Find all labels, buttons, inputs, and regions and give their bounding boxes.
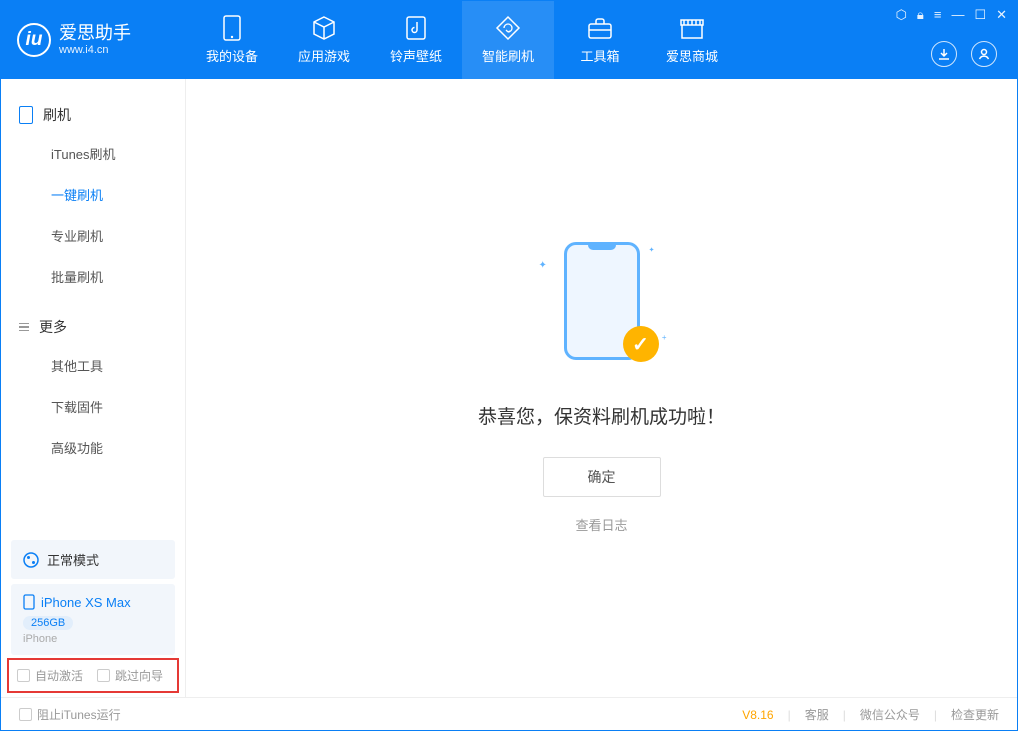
tab-toolbox[interactable]: 工具箱 bbox=[554, 1, 646, 79]
device-info-card[interactable]: iPhone XS Max 256GB iPhone bbox=[11, 584, 175, 655]
lock-icon[interactable]: 🔒︎ bbox=[917, 7, 924, 23]
success-message: 恭喜您，保资料刷机成功啦！ bbox=[478, 402, 725, 429]
download-icon[interactable] bbox=[931, 41, 957, 67]
footer-link-support[interactable]: 客服 bbox=[805, 706, 829, 723]
checkbox-label: 自动激活 bbox=[35, 667, 83, 684]
sidebar: 刷机 iTunes刷机 一键刷机 专业刷机 批量刷机 更多 其他工具 下载固件 … bbox=[1, 79, 186, 697]
header-right-icons bbox=[931, 41, 997, 67]
checkbox-box bbox=[97, 669, 110, 682]
shirt-icon[interactable]: ⬡ bbox=[896, 7, 907, 23]
checkbox-box bbox=[17, 669, 30, 682]
shop-icon bbox=[679, 15, 705, 41]
tab-label: 工具箱 bbox=[580, 46, 619, 65]
status-icon bbox=[23, 552, 39, 568]
tab-label: 我的设备 bbox=[206, 46, 258, 65]
sidebar-item-other-tools[interactable]: 其他工具 bbox=[1, 345, 185, 386]
sparkle-icon: ✦ bbox=[649, 246, 655, 254]
tab-my-device[interactable]: 我的设备 bbox=[186, 1, 278, 79]
checkbox-label: 跳过向导 bbox=[115, 667, 163, 684]
footer-left: 阻止iTunes运行 bbox=[19, 706, 121, 723]
success-illustration: ✦ ✦ + ✓ bbox=[537, 242, 667, 372]
tab-label: 智能刷机 bbox=[482, 46, 534, 65]
sidebar-item-batch-flash[interactable]: 批量刷机 bbox=[1, 256, 185, 297]
phone-notch bbox=[588, 243, 616, 250]
phone-icon bbox=[19, 106, 33, 124]
divider: | bbox=[788, 708, 791, 722]
checkbox-row-highlighted: 自动激活 跳过向导 bbox=[7, 658, 179, 693]
user-icon[interactable] bbox=[971, 41, 997, 67]
sparkle-icon: + bbox=[662, 333, 667, 342]
nav-tabs: 我的设备 应用游戏 铃声壁纸 智能刷机 工具箱 爱思商城 bbox=[186, 1, 738, 79]
status-label: 正常模式 bbox=[47, 550, 99, 569]
refresh-icon bbox=[495, 15, 521, 41]
tab-label: 铃声壁纸 bbox=[390, 46, 442, 65]
sidebar-item-oneclick-flash[interactable]: 一键刷机 bbox=[1, 174, 185, 215]
toolbox-icon bbox=[587, 15, 613, 41]
sidebar-section-flash: 刷机 bbox=[1, 97, 185, 133]
sparkle-icon: ✦ bbox=[539, 260, 547, 271]
sidebar-item-itunes-flash[interactable]: iTunes刷机 bbox=[1, 133, 185, 174]
logo-icon: iu bbox=[17, 23, 51, 57]
footer-link-update[interactable]: 检查更新 bbox=[951, 706, 999, 723]
tab-store[interactable]: 爱思商城 bbox=[646, 1, 738, 79]
view-log-link[interactable]: 查看日志 bbox=[575, 515, 627, 534]
checkbox-auto-activate[interactable]: 自动激活 bbox=[17, 667, 83, 684]
hamburger-icon bbox=[19, 323, 29, 332]
logo-area[interactable]: iu 爱思助手 www.i4.cn bbox=[1, 23, 186, 57]
header: iu 爱思助手 www.i4.cn 我的设备 应用游戏 铃声壁纸 智能刷机 工具… bbox=[1, 1, 1017, 79]
body-area: 刷机 iTunes刷机 一键刷机 专业刷机 批量刷机 更多 其他工具 下载固件 … bbox=[1, 79, 1017, 697]
footer-link-wechat[interactable]: 微信公众号 bbox=[860, 706, 920, 723]
section-title: 刷机 bbox=[43, 105, 71, 125]
section-title: 更多 bbox=[39, 317, 67, 337]
confirm-button[interactable]: 确定 bbox=[543, 457, 661, 497]
device-name-row: iPhone XS Max bbox=[23, 594, 163, 610]
window-controls: ⬡ 🔒︎ ≡ — ☐ ✕ bbox=[896, 7, 1007, 23]
checkbox-box bbox=[19, 708, 32, 721]
version-label: V8.16 bbox=[742, 708, 773, 722]
music-icon bbox=[403, 15, 429, 41]
maximize-button[interactable]: ☐ bbox=[974, 7, 986, 23]
divider: | bbox=[934, 708, 937, 722]
device-type: iPhone bbox=[23, 633, 163, 645]
device-storage: 256GB bbox=[23, 616, 73, 630]
tab-ringtones[interactable]: 铃声壁纸 bbox=[370, 1, 462, 79]
app-name: 爱思助手 bbox=[59, 24, 131, 44]
checkbox-label: 阻止iTunes运行 bbox=[37, 706, 121, 723]
cube-icon bbox=[311, 15, 337, 41]
tab-smart-flash[interactable]: 智能刷机 bbox=[462, 1, 554, 79]
main-content: ✦ ✦ + ✓ 恭喜您，保资料刷机成功啦！ 确定 查看日志 bbox=[186, 79, 1017, 697]
tab-label: 应用游戏 bbox=[298, 46, 350, 65]
tab-apps-games[interactable]: 应用游戏 bbox=[278, 1, 370, 79]
device-icon bbox=[219, 15, 245, 41]
close-button[interactable]: ✕ bbox=[996, 7, 1007, 23]
checkbox-block-itunes[interactable]: 阻止iTunes运行 bbox=[19, 706, 121, 723]
sidebar-section-more: 更多 bbox=[1, 309, 185, 345]
sidebar-item-pro-flash[interactable]: 专业刷机 bbox=[1, 215, 185, 256]
minimize-button[interactable]: — bbox=[951, 7, 964, 23]
phone-icon bbox=[23, 594, 35, 610]
device-status-card[interactable]: 正常模式 bbox=[11, 540, 175, 579]
logo-text: 爱思助手 www.i4.cn bbox=[59, 24, 131, 56]
footer-right: V8.16 | 客服 | 微信公众号 | 检查更新 bbox=[742, 706, 999, 723]
sidebar-item-advanced[interactable]: 高级功能 bbox=[1, 427, 185, 468]
menu-icon[interactable]: ≡ bbox=[934, 7, 942, 23]
divider: | bbox=[843, 708, 846, 722]
checkbox-skip-guide[interactable]: 跳过向导 bbox=[97, 667, 163, 684]
device-name: iPhone XS Max bbox=[41, 595, 131, 610]
check-badge-icon: ✓ bbox=[623, 326, 659, 362]
app-url: www.i4.cn bbox=[59, 44, 131, 56]
footer: 阻止iTunes运行 V8.16 | 客服 | 微信公众号 | 检查更新 bbox=[1, 697, 1017, 731]
sidebar-item-download-firmware[interactable]: 下载固件 bbox=[1, 386, 185, 427]
tab-label: 爱思商城 bbox=[666, 46, 718, 65]
